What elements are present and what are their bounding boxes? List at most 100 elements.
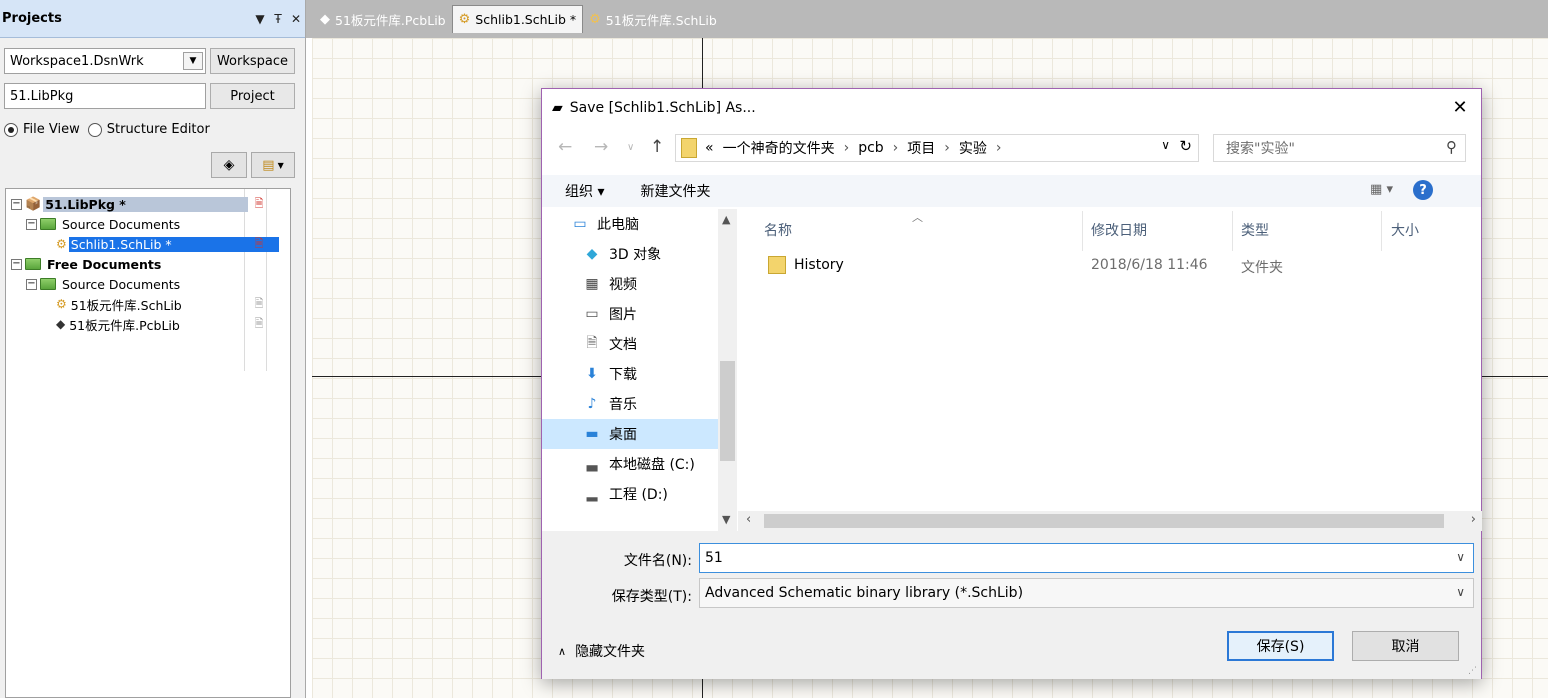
breadcrumb-item[interactable]: pcb — [858, 140, 883, 156]
tree-row-free-documents[interactable]: − Free Documents — [11, 254, 290, 274]
scrollbar-thumb[interactable] — [764, 514, 1444, 528]
chevron-down-icon[interactable]: ∨ — [1161, 138, 1170, 152]
workspace-combo[interactable]: Workspace1.DsnWrk ▼ — [4, 48, 206, 74]
breadcrumb-item[interactable]: 项目 — [907, 138, 935, 158]
refresh-icon[interactable]: ↻ — [1179, 137, 1192, 155]
file-view-radio[interactable] — [4, 122, 18, 137]
nav-item-drive-d[interactable]: ▂ 工程 (D:) — [542, 479, 718, 509]
workspace-button[interactable]: Workspace — [210, 48, 295, 74]
navigation-scrollbar[interactable]: ▲ ▼ — [718, 209, 737, 531]
tab-schlib1[interactable]: ⚙ Schlib1.SchLib * — [451, 5, 584, 33]
new-folder-button[interactable]: 新建文件夹 — [640, 181, 710, 201]
structure-editor-radio[interactable] — [87, 122, 102, 137]
chevron-down-icon: ▼ — [277, 160, 284, 170]
scroll-right-icon[interactable]: › — [1471, 512, 1476, 527]
nav-item-label: 本地磁盘 (C:) — [609, 457, 695, 473]
pin-icon[interactable]: Ŧ — [269, 12, 287, 26]
save-button[interactable]: 保存(S) — [1227, 631, 1334, 661]
file-name: History — [794, 257, 844, 273]
chevron-down-icon[interactable]: ∨ — [1456, 550, 1465, 564]
organize-button[interactable]: 组织 ▾ — [565, 181, 604, 201]
file-view-label[interactable]: File View — [23, 122, 80, 137]
breadcrumb-item[interactable]: 实验 — [959, 138, 987, 158]
hide-folders-toggle[interactable]: ∧ 隐藏文件夹 — [558, 641, 645, 661]
collapse-icon[interactable]: − — [26, 218, 37, 230]
chevron-right-icon[interactable]: › — [844, 140, 850, 156]
structure-editor-label[interactable]: Structure Editor — [107, 122, 210, 137]
nav-item-documents[interactable]: 🗎 文档 — [542, 329, 718, 359]
nav-item-downloads[interactable]: ⬇ 下载 — [542, 359, 718, 389]
chevron-down-icon[interactable]: ∨ — [1456, 585, 1465, 599]
nav-item-label: 下载 — [609, 367, 637, 383]
breadcrumb-overflow[interactable]: « — [705, 140, 714, 156]
file-list: ︿ 名称 修改日期 类型 大小 History 2018/6/18 11:46 … — [738, 209, 1482, 531]
cancel-button[interactable]: 取消 — [1352, 631, 1459, 661]
tree-row-free-source-documents[interactable]: − Source Documents — [26, 274, 290, 294]
column-header-type[interactable]: 类型 — [1233, 217, 1269, 243]
column-header-size[interactable]: 大小 — [1383, 217, 1419, 243]
project-options-button[interactable]: ▤ ▼ — [251, 152, 295, 178]
close-icon[interactable]: ✕ — [1449, 97, 1471, 118]
project-tool-button[interactable]: ◈ — [211, 152, 247, 178]
chevron-right-icon[interactable]: › — [944, 140, 950, 156]
tree-row-schlib[interactable]: ⚙ Schlib1.SchLib * 🗎 — [56, 234, 290, 254]
file-list-scrollbar[interactable]: ‹ › — [738, 511, 1482, 531]
save-options-area: 文件名(N): 51 ∨ 保存类型(T): Advanced Schematic… — [542, 531, 1481, 679]
nav-item-this-pc[interactable]: ▭ 此电脑 — [542, 209, 718, 239]
scroll-up-icon[interactable]: ▲ — [722, 213, 730, 226]
column-header-name[interactable]: 名称 — [756, 217, 792, 243]
chevron-right-icon[interactable]: › — [893, 140, 899, 156]
chevron-down-icon[interactable]: ▼ — [183, 52, 203, 70]
nav-item-label: 工程 (D:) — [609, 487, 668, 503]
nav-item-desktop[interactable]: ▬ 桌面 — [542, 419, 718, 449]
resize-grip-icon[interactable]: ⋰ — [1468, 666, 1477, 676]
breadcrumb-item[interactable]: 一个神奇的文件夹 — [723, 138, 835, 158]
tree-row-libpkg[interactable]: − 📦 51.LibPkg * 🗎 — [11, 194, 290, 214]
download-icon: ⬇ — [586, 366, 598, 382]
chevron-right-icon[interactable]: › — [996, 140, 1002, 156]
view-options-icon[interactable]: ▦ ▾ — [1370, 182, 1393, 197]
nav-item-pictures[interactable]: ▭ 图片 — [542, 299, 718, 329]
tab-pcblib[interactable]: ◆ 51板元件库.PcbLib — [314, 5, 452, 33]
recent-chevron-icon[interactable]: ∨ — [627, 142, 634, 153]
hide-folders-label: 隐藏文件夹 — [575, 644, 646, 660]
nav-item-videos[interactable]: ▦ 视频 — [542, 269, 718, 299]
tree-row-free-pcblib[interactable]: ◆ 51板元件库.PcbLib 🗎 — [56, 314, 290, 334]
collapse-icon[interactable]: − — [26, 278, 37, 290]
filename-input[interactable]: 51 ∨ — [699, 543, 1474, 573]
project-button[interactable]: Project — [210, 83, 295, 109]
scroll-down-icon[interactable]: ▼ — [722, 513, 730, 526]
close-icon[interactable]: ✕ — [287, 12, 305, 26]
tree-label-free-source-documents: Source Documents — [62, 276, 181, 292]
forward-arrow-icon[interactable]: → — [594, 137, 608, 157]
tab-schlib[interactable]: ⚙ 51板元件库.SchLib — [583, 5, 723, 33]
scroll-left-icon[interactable]: ‹ — [746, 512, 751, 527]
back-arrow-icon[interactable]: ← — [558, 137, 572, 157]
up-arrow-icon[interactable]: ↑ — [650, 137, 664, 157]
column-header-date[interactable]: 修改日期 — [1083, 217, 1147, 243]
folder-icon — [25, 258, 41, 270]
project-field[interactable]: 51.LibPkg — [4, 83, 206, 109]
nav-item-local-disk-c[interactable]: ▃ 本地磁盘 (C:) — [542, 449, 718, 479]
address-bar[interactable]: « 一个神奇的文件夹 › pcb › 项目 › 实验 › ∨ ↻ — [675, 134, 1199, 162]
filetype-select[interactable]: Advanced Schematic binary library (*.Sch… — [699, 578, 1474, 608]
nav-item-label: 视频 — [609, 277, 637, 293]
nav-item-label: 3D 对象 — [609, 247, 662, 263]
nav-item-label: 图片 — [609, 307, 637, 323]
collapse-icon[interactable]: − — [11, 198, 22, 210]
drive-icon: ▃ — [586, 456, 598, 472]
panel-menu-icon[interactable]: ▼ — [251, 12, 269, 26]
package-icon: 📦 — [25, 196, 42, 212]
schlib-icon: ⚙ — [589, 11, 601, 27]
search-input[interactable]: 搜索"实验" ⚲ — [1213, 134, 1466, 162]
search-icon[interactable]: ⚲ — [1446, 138, 1457, 156]
nav-item-3d-objects[interactable]: ◆ 3D 对象 — [542, 239, 718, 269]
file-row-history[interactable]: History — [768, 251, 844, 279]
tree-row-free-schlib[interactable]: ⚙ 51板元件库.SchLib 🗎 — [56, 294, 290, 314]
collapse-icon[interactable]: − — [11, 258, 22, 270]
help-icon[interactable]: ? — [1413, 180, 1433, 200]
tree-row-source-documents[interactable]: − Source Documents — [26, 214, 290, 234]
nav-item-music[interactable]: ♪ 音乐 — [542, 389, 718, 419]
pcblib-icon: ◆ — [320, 11, 330, 27]
scrollbar-thumb[interactable] — [720, 361, 735, 461]
